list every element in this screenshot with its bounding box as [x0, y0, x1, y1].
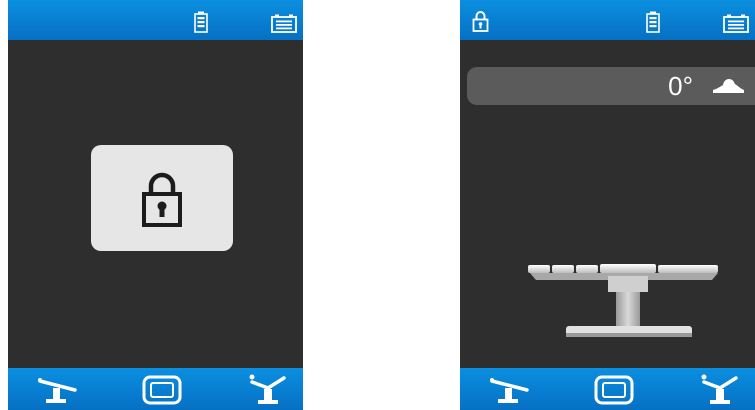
angle-value: 0° — [668, 71, 693, 101]
table-flat-icon[interactable] — [487, 377, 529, 405]
operating-table-icon — [526, 258, 722, 344]
angle-readout-bar: 0° — [467, 67, 755, 105]
table-beach-chair-icon[interactable] — [248, 373, 288, 407]
padlock-icon — [140, 171, 184, 227]
right-control-screen: 0° — [460, 0, 755, 410]
battery-icon — [194, 11, 208, 33]
table-beach-chair-icon[interactable] — [700, 373, 740, 407]
mains-power-icon — [271, 14, 297, 33]
left-mode-bar — [8, 368, 303, 410]
padlock-icon[interactable] — [472, 10, 489, 32]
left-control-screen — [8, 0, 303, 410]
mains-power-icon — [723, 14, 749, 33]
tilt-indicator-icon — [711, 77, 745, 95]
battery-icon — [646, 11, 660, 33]
right-status-bar — [460, 0, 755, 40]
unlock-button[interactable] — [91, 145, 233, 251]
right-mode-bar — [460, 368, 755, 410]
left-status-bar — [8, 0, 303, 40]
screen-mode-icon[interactable] — [142, 375, 182, 405]
screen-mode-icon[interactable] — [594, 375, 634, 405]
table-flat-icon[interactable] — [35, 377, 77, 405]
